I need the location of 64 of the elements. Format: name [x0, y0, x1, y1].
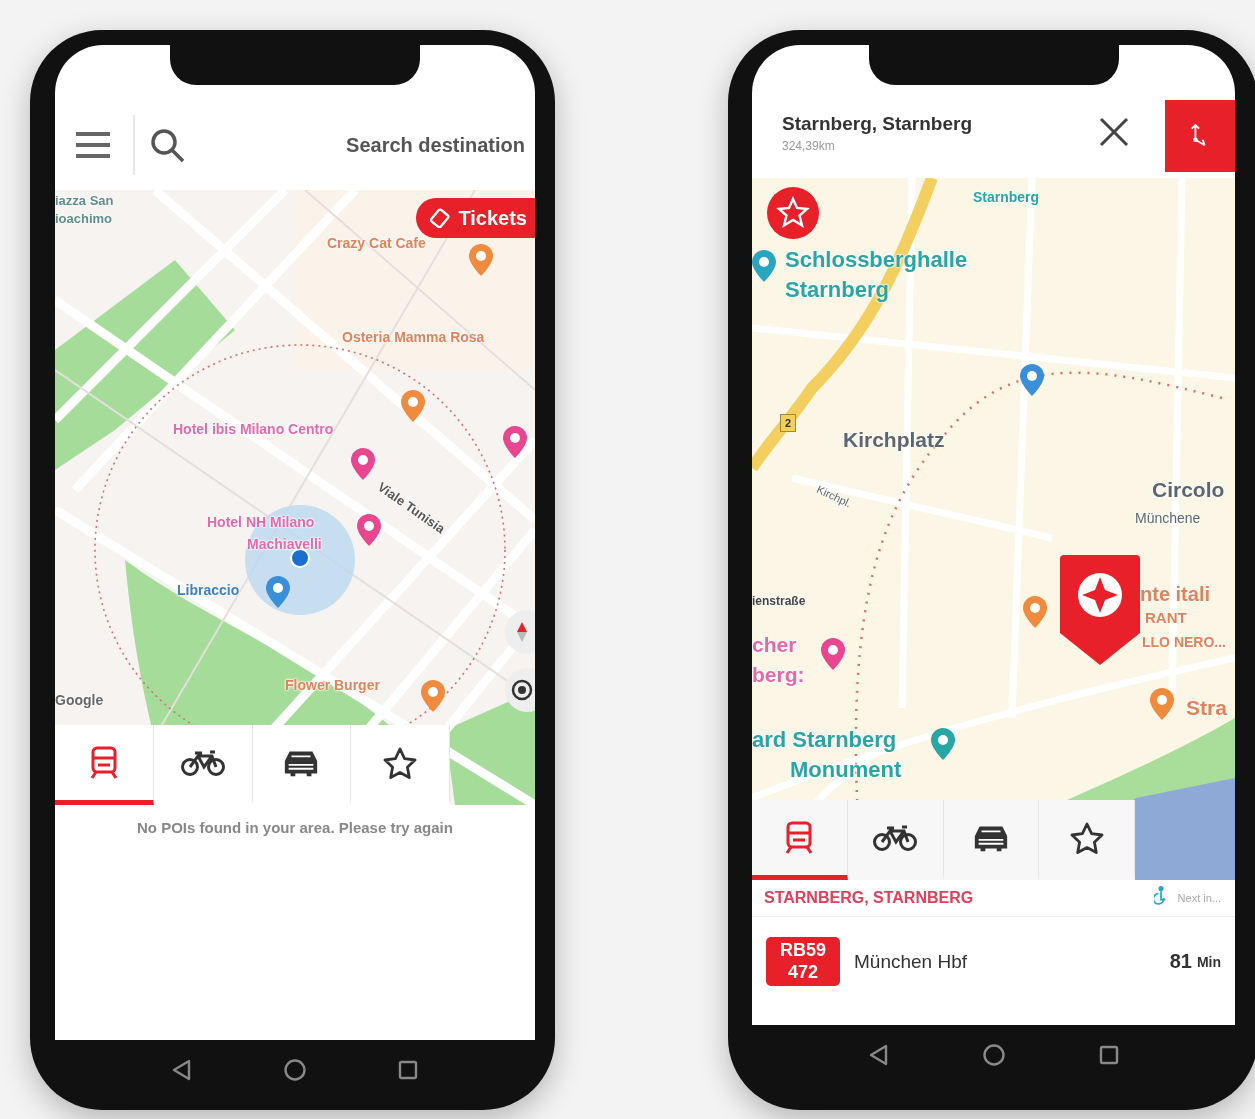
map-pin-icon[interactable]	[401, 390, 425, 422]
map-pin-icon[interactable]	[421, 680, 445, 712]
train-number: 472	[787, 961, 818, 984]
map-label: ard Starnberg	[752, 728, 897, 753]
bicycle-icon	[873, 823, 918, 852]
map-label: iazza San	[55, 194, 114, 209]
train-icon	[88, 745, 119, 780]
map-pin-icon[interactable]	[1020, 364, 1044, 396]
star-icon	[1069, 821, 1104, 854]
next-departure-label: Next in...	[1177, 892, 1221, 904]
map-label: Stra	[1186, 696, 1227, 720]
map-pin-icon[interactable]	[357, 514, 381, 546]
map-pin-icon[interactable]	[752, 250, 776, 282]
map-label: LLO NERO...	[1142, 635, 1226, 651]
close-icon[interactable]	[1099, 117, 1129, 147]
minutes-unit: Min	[1196, 953, 1221, 970]
map-label: ienstraße	[752, 595, 806, 609]
map-label: Münchene	[1135, 511, 1201, 527]
map-label: ioachimo	[55, 212, 113, 227]
place-title: Starnberg, Starnberg	[782, 113, 974, 135]
map-pin-icon[interactable]	[1150, 688, 1174, 720]
bicycle-icon	[180, 748, 225, 777]
map-pin-icon[interactable]	[266, 576, 290, 608]
tickets-button[interactable]: Tickets	[416, 198, 535, 238]
map-label: Hotel NH Milano	[207, 515, 315, 531]
search-icon[interactable]	[149, 127, 185, 163]
home-icon[interactable]	[982, 1043, 1006, 1067]
map-pin-icon[interactable]	[351, 448, 375, 480]
map-label: Osteria Mamma Rosa	[342, 330, 485, 346]
ticket-icon	[430, 208, 451, 228]
map-pin-icon[interactable]	[503, 426, 527, 458]
map-label: Google	[55, 693, 104, 709]
distance-text: 324,39km	[782, 139, 836, 153]
road-number-badge: 2	[780, 414, 797, 432]
train-icon	[784, 820, 815, 855]
location-marker-icon[interactable]	[1060, 555, 1140, 665]
map-label: Starnberg	[973, 190, 1040, 206]
favorite-marker-icon[interactable]	[767, 187, 819, 239]
destination-text: München Hbf	[854, 950, 968, 973]
locate-icon	[510, 678, 534, 702]
map-pin-icon[interactable]	[931, 728, 955, 760]
line-name: RB59	[780, 940, 826, 962]
menu-icon[interactable]	[75, 131, 111, 159]
map-label: berg:	[752, 663, 805, 687]
map-label: Crazy Cat Cafe	[327, 236, 426, 252]
map-pin-icon[interactable]	[821, 638, 845, 670]
map-label: Monument	[790, 758, 902, 783]
map-label: RANT	[1145, 610, 1187, 627]
compass-icon	[517, 621, 527, 643]
map-label: cher	[752, 633, 797, 657]
map-label: Kirchplatz	[843, 428, 945, 452]
map-label: Circolo	[1152, 478, 1225, 502]
star-icon	[383, 746, 418, 779]
minutes-value: 81	[1169, 950, 1192, 974]
empty-message: No POIs found in your area. Please try again	[137, 819, 453, 836]
map-label: Hotel ibis Milano Centro	[173, 422, 334, 438]
map-pin-icon[interactable]	[469, 244, 493, 276]
search-field[interactable]: Search destination	[195, 127, 525, 163]
home-icon[interactable]	[283, 1058, 307, 1082]
map-pin-icon[interactable]	[1023, 596, 1047, 628]
map-label: Machiavelli	[247, 537, 322, 553]
map-label: nte itali	[1140, 583, 1210, 605]
station-name: STARNBERG, STARNBERG	[764, 889, 975, 907]
map-label: Libraccio	[177, 583, 240, 599]
